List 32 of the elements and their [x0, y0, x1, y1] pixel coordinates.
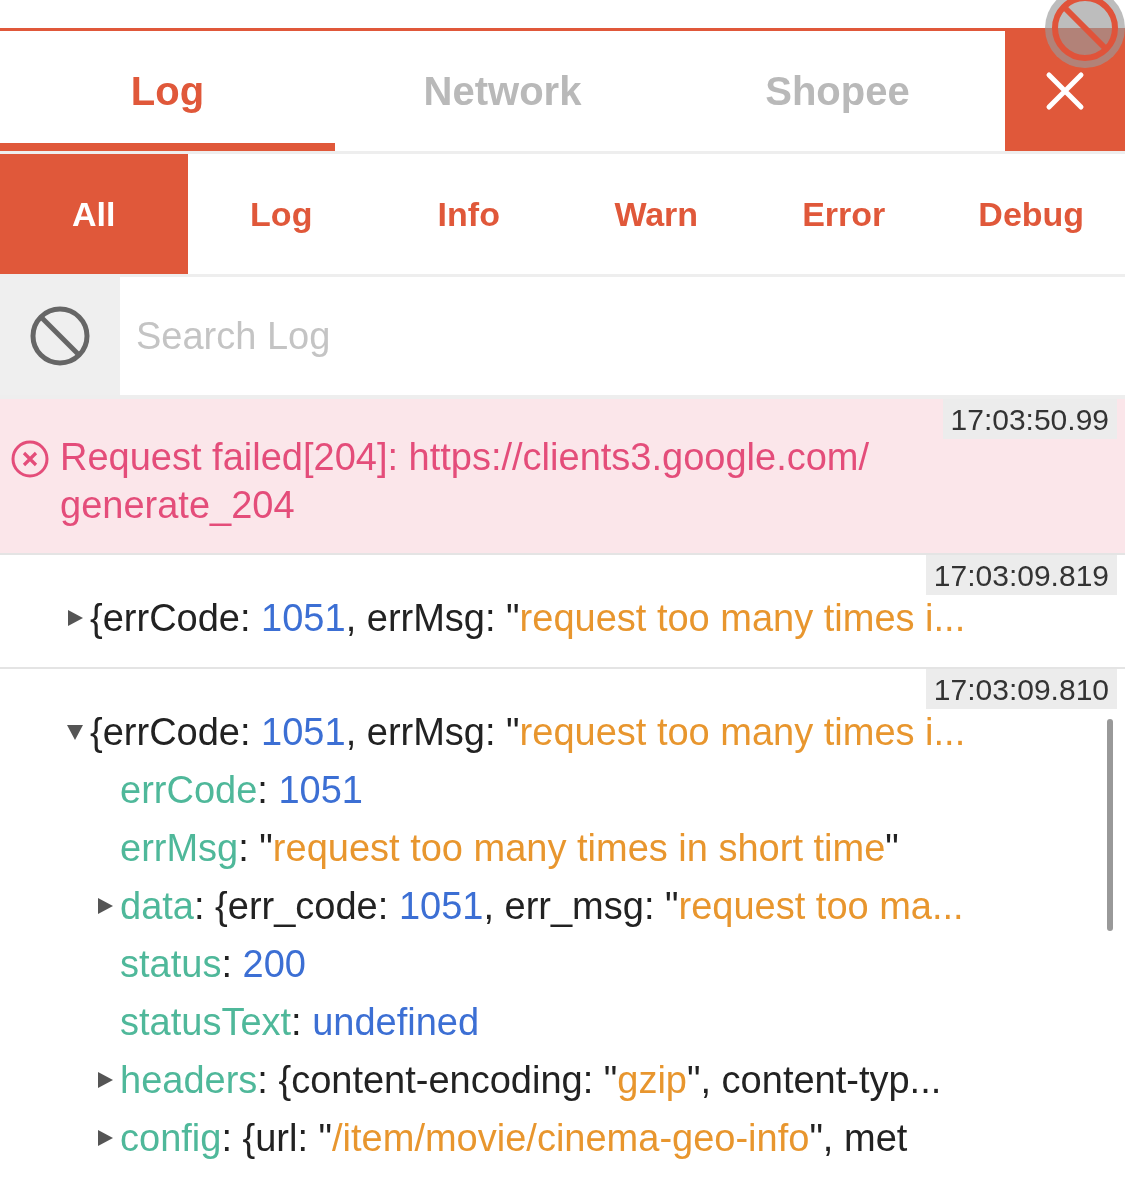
property-line: status: 200 [120, 942, 306, 987]
expand-arrow-icon[interactable] [96, 1129, 114, 1147]
error-message: generate_204 [60, 483, 296, 528]
property-line: errCode: 1051 [120, 768, 363, 813]
property-line[interactable]: data: {err_code: 1051, err_msg: "request too ma... [120, 877, 964, 935]
prohibited-icon [29, 305, 91, 367]
expand-arrow-icon[interactable] [96, 1071, 114, 1089]
filter-tab[interactable]: Debug [937, 154, 1125, 274]
panel-tab[interactable]: Network [335, 31, 670, 151]
error-icon [10, 439, 50, 479]
prohibited-icon[interactable] [1045, 0, 1125, 68]
panel-tab[interactable]: Shopee [670, 31, 1005, 151]
scrollbar[interactable] [1107, 719, 1113, 931]
property-line: statusText: undefined [120, 1000, 480, 1045]
property-line[interactable]: headers: {content-encoding: "gzip", content-typ... [120, 1051, 942, 1109]
filter-tab[interactable]: All [0, 154, 188, 274]
filter-tab[interactable]: Info [375, 154, 563, 274]
timestamp: 17:03:09.819 [925, 555, 1117, 595]
expand-arrow-icon[interactable] [66, 723, 84, 741]
expand-arrow-icon[interactable] [66, 609, 84, 627]
timestamp: 17:03:09.810 [925, 669, 1117, 709]
property-line[interactable]: config: {url: "/item/movie/cinema-geo-info", met [120, 1109, 908, 1167]
expand-arrow-icon[interactable] [96, 897, 114, 915]
clear-button[interactable] [0, 277, 120, 395]
property-line: errMsg: "request too many times in short time" [120, 826, 899, 871]
filter-tab[interactable]: Error [750, 154, 938, 274]
timestamp: 17:03:50.99 [942, 399, 1117, 439]
filter-tab[interactable]: Log [187, 154, 375, 274]
error-message: Request failed[204]: https://clients3.google.com/ [60, 435, 870, 480]
close-icon [1045, 71, 1085, 111]
filter-tab[interactable]: Warn [562, 154, 750, 274]
close-button[interactable] [1005, 31, 1125, 151]
